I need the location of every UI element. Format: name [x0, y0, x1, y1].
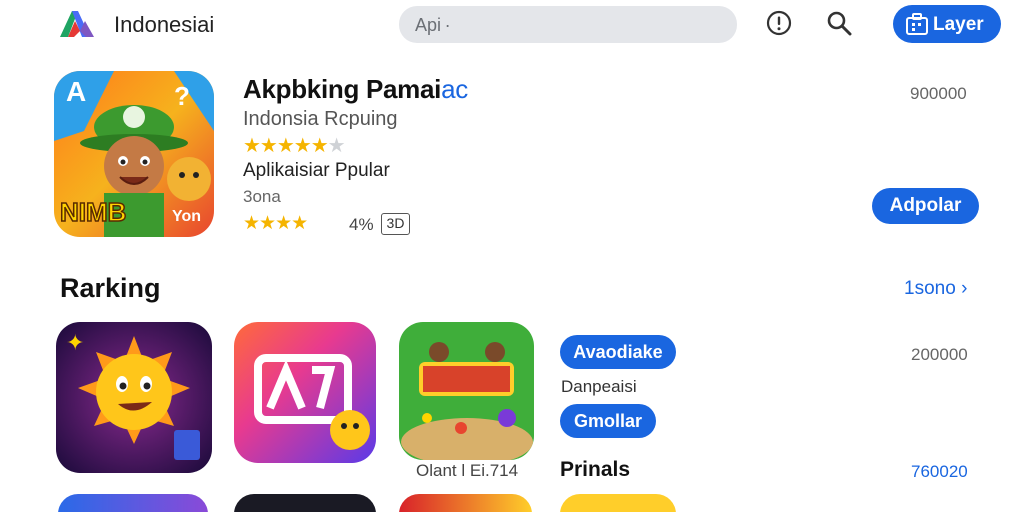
- ranking-section-title: Rarking: [60, 273, 161, 303]
- install-button[interactable]: Adpolar: [872, 188, 979, 224]
- brand-name: Indonesiai: [114, 12, 215, 37]
- layer-button-label: Layer: [933, 14, 984, 35]
- see-all-link[interactable]: 1sono ›: [904, 278, 967, 300]
- featured-rating-stars: ★★★★★★: [243, 133, 346, 158]
- sun-character-icon: ✦: [56, 322, 212, 473]
- featured-app-developer: Indonsia Rcpuing: [243, 108, 398, 130]
- icon-art-text: NIMB: [60, 197, 126, 227]
- svg-text:A: A: [66, 76, 86, 107]
- briefcase-icon: [906, 13, 928, 35]
- featured-app-title[interactable]: Akpbking Pamaiac: [243, 74, 468, 105]
- search-input[interactable]: Api ·: [415, 15, 451, 36]
- info-icon[interactable]: [766, 10, 792, 36]
- ranking-app-label: Danpeaisi: [561, 377, 637, 396]
- featured-download-count: 900000: [910, 84, 967, 103]
- next-row-app-icon-1[interactable]: [58, 494, 208, 512]
- search-bar[interactable]: Api ·: [399, 6, 737, 43]
- ranking-action-button-1[interactable]: Avaodiake: [560, 335, 676, 369]
- ranking-app-icon-game[interactable]: [399, 322, 534, 460]
- ranking-app-name[interactable]: Prinals: [560, 458, 630, 482]
- see-all-label: 1sono: [904, 278, 956, 299]
- next-row-app-icon-4[interactable]: [560, 494, 676, 512]
- ranking-app-icon-letters[interactable]: [234, 322, 376, 463]
- ranking-app-icon-sun[interactable]: ✦: [56, 322, 212, 473]
- ranking-action-button-2[interactable]: Gmollar: [560, 404, 656, 438]
- title-main: Akpbking Pamai: [243, 74, 442, 104]
- star-on: ★★★★★: [243, 135, 329, 157]
- featured-percent: 4%: [349, 215, 374, 234]
- layer-button[interactable]: Layer: [893, 5, 1001, 43]
- next-row-app-icon-3[interactable]: [399, 494, 532, 512]
- ranking-download-count-2: 760020: [911, 462, 968, 481]
- featured-app-icon[interactable]: A ? NIMB Yon: [54, 71, 214, 237]
- featured-app-size: 3ona: [243, 187, 281, 206]
- game-scene-icon: [399, 322, 534, 460]
- icon-badge-text: Yon: [172, 208, 201, 225]
- ranking-download-count: 200000: [911, 345, 968, 364]
- top-bar: Indonesiai Api · Layer: [0, 0, 1024, 50]
- cartoon-character-icon: A ? NIMB Yon: [54, 71, 214, 237]
- age-rating-badge: 3D: [381, 213, 410, 235]
- next-row-app-icon-2[interactable]: [234, 494, 376, 512]
- star-off: ★: [327, 135, 346, 157]
- svg-text:✦: ✦: [66, 331, 84, 356]
- title-accent: ac: [441, 74, 468, 104]
- featured-small-stars: ★★★★: [243, 213, 308, 234]
- featured-app-category: Aplikaisiar Ppular: [243, 160, 390, 181]
- letters-art-icon: [234, 322, 376, 463]
- svg-text:?: ?: [174, 81, 190, 111]
- chevron-right-icon: ›: [961, 278, 968, 299]
- app-logo-icon[interactable]: [58, 7, 96, 39]
- search-icon[interactable]: [826, 10, 852, 36]
- ranking-app-caption: Olant l Ei.714: [416, 461, 519, 480]
